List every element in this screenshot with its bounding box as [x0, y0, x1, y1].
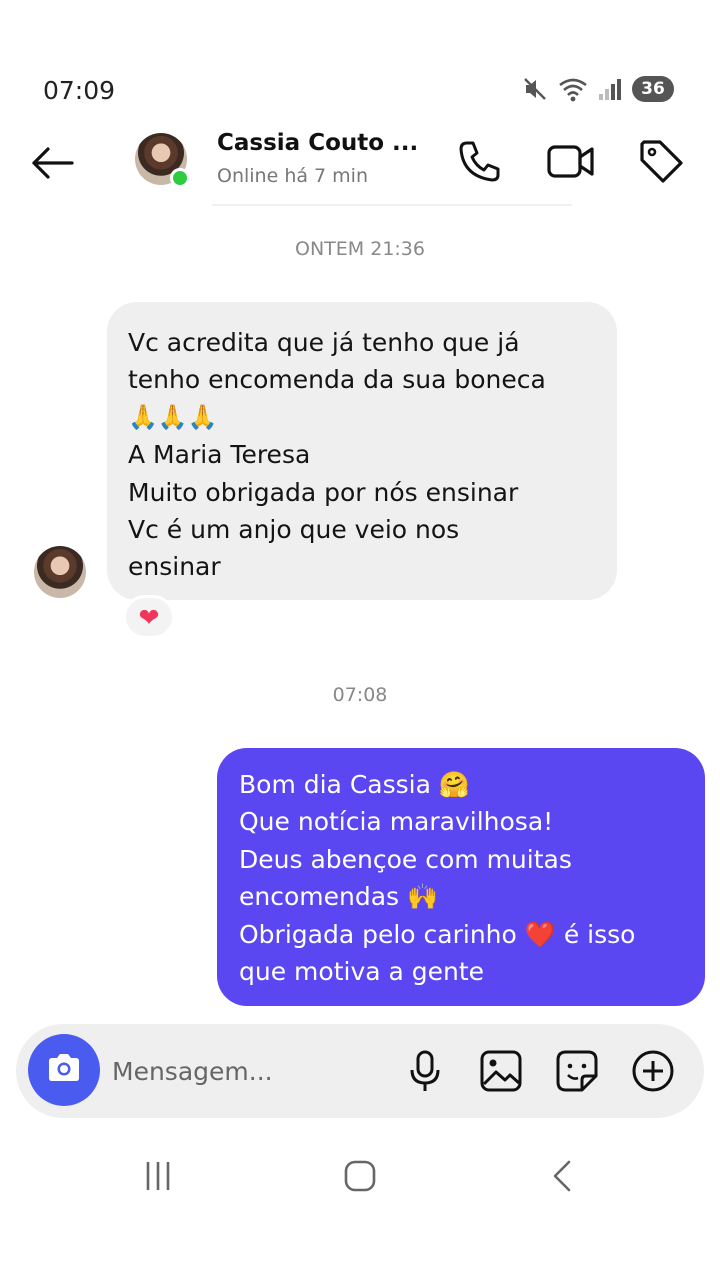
message-line: Vc acredita que já tenho que já: [128, 328, 520, 357]
gallery-button[interactable]: [478, 1048, 524, 1094]
message-line: ensinar: [128, 552, 221, 582]
chat-header: Cassia Couto ... Online há 7 min: [0, 120, 720, 206]
outgoing-message-bubble[interactable]: Bom dia Cassia 🤗 Que notícia maravilhosa…: [217, 748, 705, 1006]
home-icon: [343, 1159, 377, 1197]
more-options-button[interactable]: [630, 1048, 676, 1094]
nav-home-button[interactable]: [330, 1152, 390, 1204]
camera-button[interactable]: [28, 1034, 100, 1106]
message-line: Bom dia Cassia 🤗: [239, 770, 470, 799]
heart-reaction[interactable]: ❤: [123, 595, 175, 639]
contact-status: Online há 7 min: [217, 165, 369, 187]
sender-avatar[interactable]: [34, 546, 86, 598]
nav-back-button[interactable]: [532, 1152, 592, 1204]
timestamp-yesterday: ONTEM 21:36: [295, 238, 425, 260]
plus-circle-icon: [630, 1048, 676, 1094]
back-button[interactable]: [28, 138, 78, 188]
label-button[interactable]: [636, 136, 686, 186]
battery-icon: 36: [632, 76, 674, 102]
message-line: Muito obrigada por nós ensinar: [128, 477, 519, 507]
message-line: A Maria Teresa: [128, 440, 311, 470]
sticker-button[interactable]: [554, 1048, 600, 1094]
message-line: encomendas 🙌: [239, 882, 439, 912]
mute-icon: [522, 76, 548, 102]
camera-icon: [45, 1049, 83, 1091]
message-input[interactable]: [112, 1051, 382, 1091]
message-composer: [16, 1024, 704, 1118]
phone-icon: [455, 136, 505, 186]
incoming-message-bubble[interactable]: Vc acredita que já tenho que já tenho en…: [107, 302, 617, 600]
back-arrow-icon: [28, 147, 78, 192]
header-divider: [212, 204, 572, 206]
contact-name[interactable]: Cassia Couto ...: [217, 130, 418, 156]
timestamp-today: 07:08: [332, 684, 388, 706]
call-button[interactable]: [455, 136, 505, 186]
heart-icon: ❤: [138, 602, 160, 632]
online-indicator: [170, 168, 190, 188]
chat-screen: 07:09 36 Cassia Couto ... Online há 7 mi…: [0, 0, 720, 1280]
nav-recents-button[interactable]: [128, 1152, 188, 1204]
voice-message-button[interactable]: [402, 1048, 448, 1094]
wifi-icon: [558, 76, 588, 102]
status-icons: 36: [522, 76, 674, 102]
message-line: Vc é um anjo que veio nos: [128, 515, 460, 545]
microphone-icon: [402, 1048, 448, 1094]
message-line: tenho encomenda da sua boneca: [128, 365, 546, 395]
message-line: que motiva a gente: [239, 957, 485, 987]
message-line: Obrigada pelo carinho ❤️ é isso: [239, 919, 636, 949]
status-time: 07:09: [43, 76, 116, 105]
signal-icon: [598, 76, 622, 102]
back-icon: [545, 1159, 579, 1197]
recents-icon: [141, 1159, 175, 1197]
sticker-icon: [554, 1048, 600, 1094]
video-camera-icon: [546, 136, 596, 186]
message-line: Que notícia maravilhosa!: [239, 807, 554, 837]
message-line: 🙏🙏🙏: [128, 402, 218, 431]
gallery-icon: [478, 1048, 524, 1094]
video-call-button[interactable]: [546, 136, 596, 186]
message-line: Deus abençoe com muitas: [239, 844, 572, 874]
tag-icon: [636, 136, 686, 186]
